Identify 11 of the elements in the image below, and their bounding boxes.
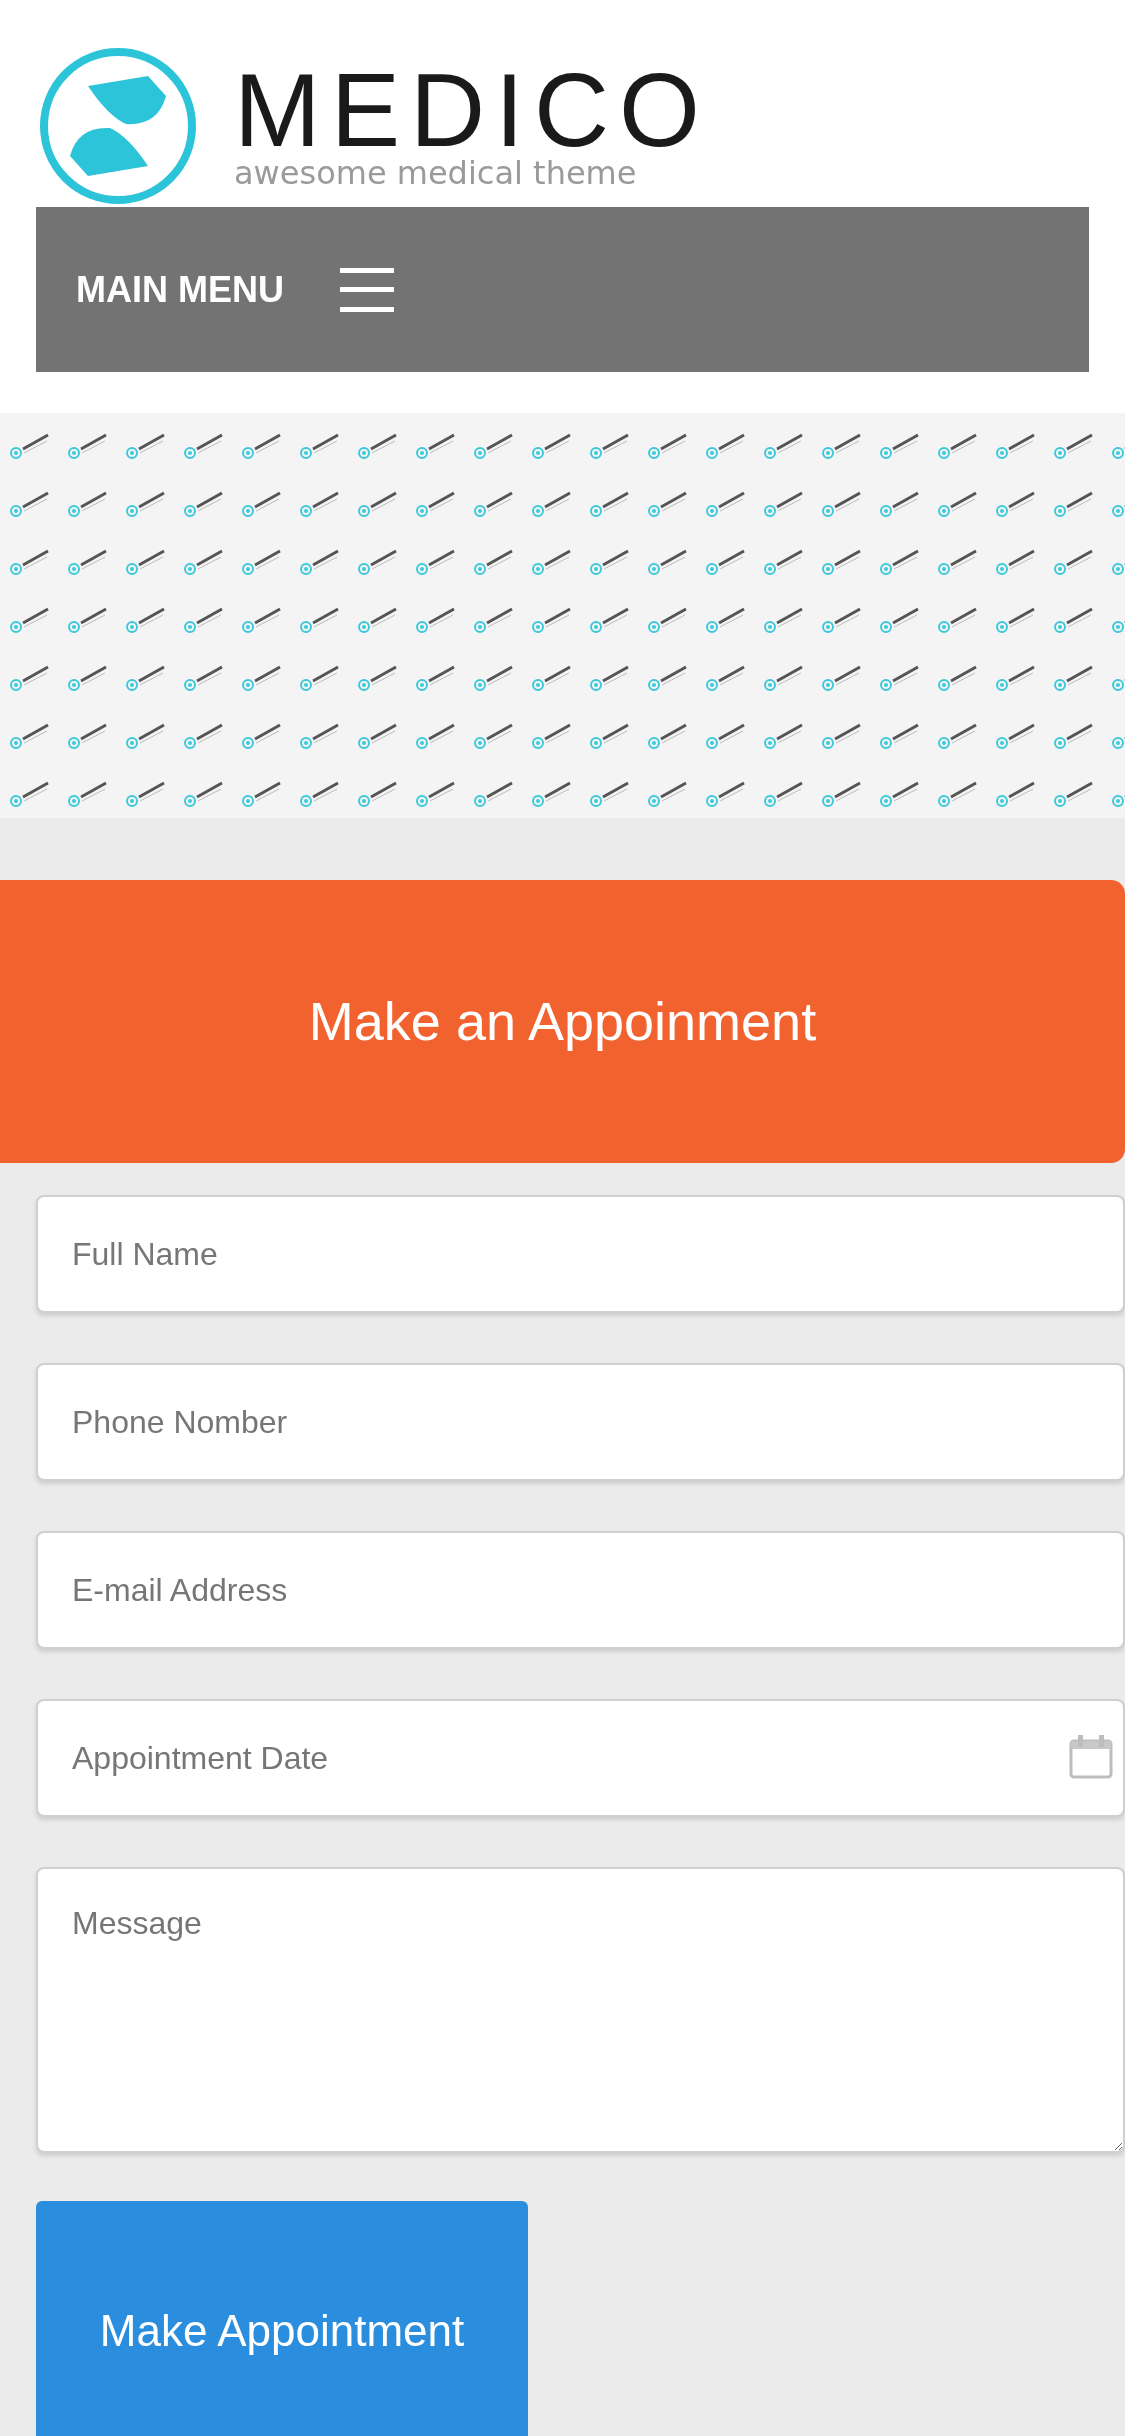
- input-field[interactable]: E-mail Address: [36, 1531, 1125, 1649]
- date-field[interactable]: Appointment Date: [36, 1699, 1125, 1817]
- input-field[interactable]: Full Name: [36, 1195, 1125, 1313]
- logo-icon: [38, 46, 198, 206]
- form-title: Make an Appoinment: [308, 990, 817, 1053]
- input-field[interactable]: Phone Nomber: [36, 1363, 1125, 1481]
- make-appointment-button[interactable]: Make Appointment: [36, 2201, 528, 2436]
- menu-icon: [340, 267, 394, 312]
- calendar-icon: [1069, 1733, 1113, 1779]
- main-menu-button[interactable]: MAIN MENU: [36, 207, 1089, 372]
- message-field[interactable]: Message: [36, 1867, 1125, 2153]
